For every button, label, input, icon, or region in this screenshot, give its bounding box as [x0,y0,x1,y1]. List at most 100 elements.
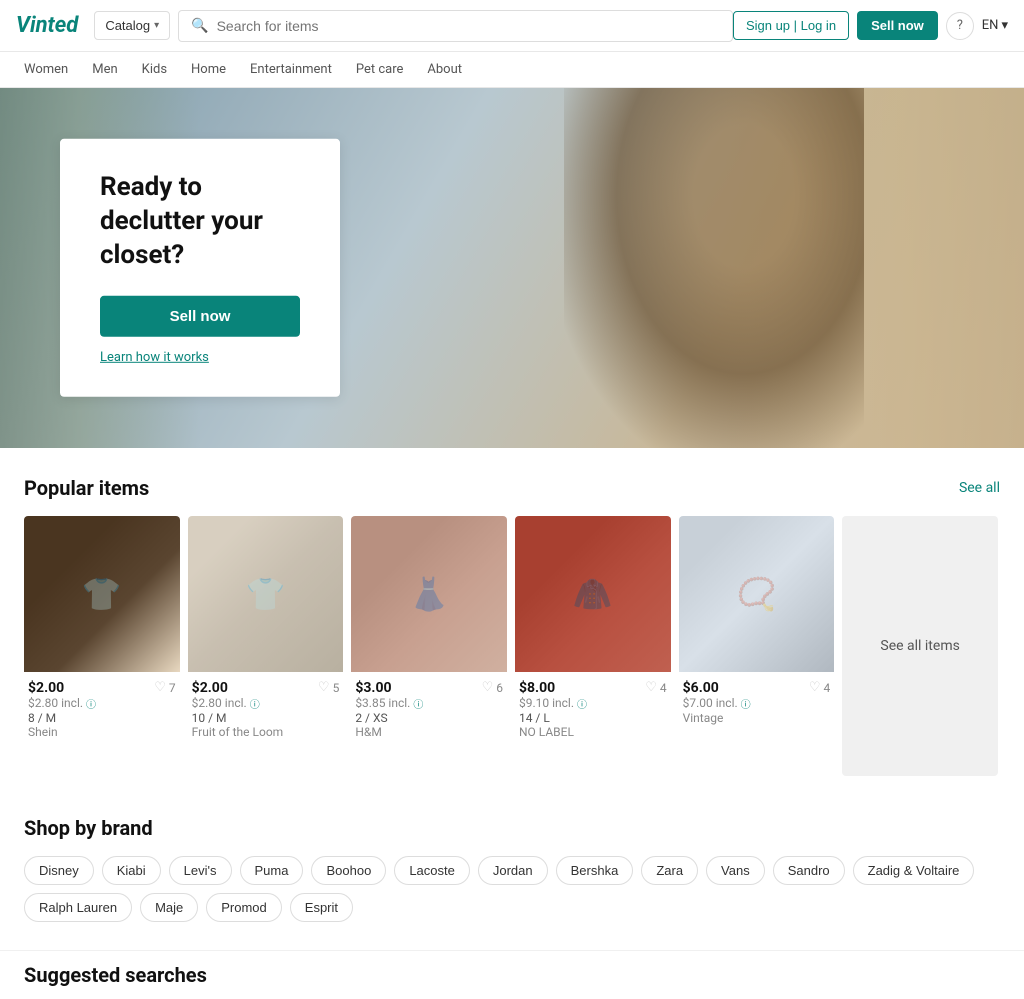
heart-icon: ♡ [482,680,494,695]
header-sell-now-button[interactable]: Sell now [857,11,938,40]
product-card[interactable]: 🧥 $8.00 ♡ 4 $9.10 incl. ⓘ 14 / L NO LABE… [515,516,671,776]
catalog-button[interactable]: Catalog ▾ [94,11,170,40]
search-input[interactable] [217,18,720,34]
product-price-row: $2.00 ♡ 5 [192,680,340,696]
nav-item-about[interactable]: About [427,62,462,77]
product-info: $2.00 ♡ 7 $2.80 incl. ⓘ 8 / M Shein [24,672,180,747]
brand-tag[interactable]: Jordan [478,856,548,885]
brand-tag[interactable]: Puma [240,856,304,885]
hero-learn-link[interactable]: Learn how it works [100,350,209,365]
info-icon: ⓘ [741,696,751,711]
product-price-row: $8.00 ♡ 4 [519,680,667,696]
suggested-searches-title: Suggested searches [24,963,1000,987]
like-count: 5 [333,681,340,695]
product-price-incl: $2.80 incl. ⓘ [192,696,340,711]
lang-label: EN [982,18,999,33]
product-card[interactable]: 👕 $2.00 ♡ 7 $2.80 incl. ⓘ 8 / M Shein [24,516,180,776]
product-info: $2.00 ♡ 5 $2.80 incl. ⓘ 10 / M Fruit of … [188,672,344,747]
product-price: $6.00 [683,680,719,696]
see-all-link[interactable]: See all [959,480,1000,496]
product-price: $8.00 [519,680,555,696]
nav-item-men[interactable]: Men [92,62,117,77]
brand-tag[interactable]: Maje [140,893,198,922]
language-button[interactable]: EN ▾ [982,18,1008,33]
brand-tag[interactable]: Levi's [169,856,232,885]
product-image: 👕 [188,516,344,672]
product-brand: Fruit of the Loom [192,725,340,739]
product-info: $3.00 ♡ 6 $3.85 incl. ⓘ 2 / XS H&M [351,672,507,747]
product-price-incl: $3.85 incl. ⓘ [355,696,503,711]
product-size: 14 / L [519,711,667,725]
product-brand: Shein [28,725,176,739]
brand-tag[interactable]: Disney [24,856,94,885]
brand-tag[interactable]: Kiabi [102,856,161,885]
nav-item-women[interactable]: Women [24,62,68,77]
main-nav: Women Men Kids Home Entertainment Pet ca… [0,52,1024,88]
like-count: 4 [824,681,831,695]
hero-sell-now-button[interactable]: Sell now [100,296,300,337]
header-right: Sign up | Log in Sell now ? EN ▾ [733,11,1008,40]
popular-items-section: Popular items See all 👕 $2.00 ♡ 7 $2.80 … [0,448,1024,804]
like-count: 7 [169,681,176,695]
catalog-label: Catalog [105,18,150,33]
product-size: 8 / M [28,711,176,725]
product-price-incl: $9.10 incl. ⓘ [519,696,667,711]
product-price-row: $6.00 ♡ 4 [683,680,831,696]
product-price-row: $3.00 ♡ 6 [355,680,503,696]
brand-tag[interactable]: Esprit [290,893,353,922]
nav-item-entertainment[interactable]: Entertainment [250,62,332,77]
product-image: 👕 [24,516,180,672]
product-like: ♡ 5 [318,680,339,695]
product-grid: 👕 $2.00 ♡ 7 $2.80 incl. ⓘ 8 / M Shein [24,516,1000,776]
brand-tags: Disney Kiabi Levi's PumaBoohoo Lacoste Jordan… [24,856,1000,922]
info-icon: ⓘ [577,696,587,711]
product-like: ♡ 6 [482,680,503,695]
product-price: $2.00 [192,680,228,696]
product-card[interactable]: 👗 $3.00 ♡ 6 $3.85 incl. ⓘ 2 / XS H&M [351,516,507,776]
signin-button[interactable]: Sign up | Log in [733,11,849,40]
hero-section: Ready to declutter your closet? Sell now… [0,88,1024,448]
brand-tag[interactable]: Vans [706,856,765,885]
header: Vinted Catalog ▾ 🔍 Sign up | Log in Sell… [0,0,1024,52]
product-image: 📿 [679,516,835,672]
product-brand: H&M [355,725,503,739]
product-info: $6.00 ♡ 4 $7.00 incl. ⓘ Vintage [679,672,835,733]
brand-tag[interactable]: Zadig & Voltaire [853,856,975,885]
brand-section: Shop by brand Disney Kiabi Levi's PumaBooho… [0,804,1024,950]
product-info: $8.00 ♡ 4 $9.10 incl. ⓘ 14 / L NO LABEL [515,672,671,747]
product-card[interactable]: 📿 $6.00 ♡ 4 $7.00 incl. ⓘ Vintage [679,516,835,776]
brand-section-title: Shop by brand [24,816,1000,840]
see-all-items-card[interactable]: See all items [842,516,998,776]
heart-icon: ♡ [809,680,821,695]
brand-tag[interactable]: Zara [641,856,698,885]
info-icon: ⓘ [86,696,96,711]
heart-icon: ♡ [645,680,657,695]
product-brand: NO LABEL [519,725,667,739]
brand-tag[interactable]: Bershka [556,856,634,885]
product-like: ♡ 4 [645,680,666,695]
product-brand: Vintage [683,711,831,725]
help-button[interactable]: ? [946,12,974,40]
info-icon: ⓘ [413,696,423,711]
product-like: ♡ 7 [154,680,175,695]
nav-item-home[interactable]: Home [191,62,226,77]
search-icon: 🔍 [191,18,208,34]
brand-tag[interactable]: Sandro [773,856,845,885]
product-price-incl: $2.80 incl. ⓘ [28,696,176,711]
product-size: 2 / XS [355,711,503,725]
brand-tag[interactable]: Boohoo [311,856,386,885]
nav-item-petcare[interactable]: Pet care [356,62,404,77]
heart-icon: ♡ [318,680,330,695]
brand-tag[interactable]: Ralph Lauren [24,893,132,922]
brand-tag[interactable]: Promod [206,893,282,922]
like-count: 6 [496,681,503,695]
product-card[interactable]: 👕 $2.00 ♡ 5 $2.80 incl. ⓘ 10 / M Fruit o… [188,516,344,776]
like-count: 4 [660,681,667,695]
popular-items-title: Popular items [24,476,149,500]
logo[interactable]: Vinted [16,13,78,38]
product-price: $3.00 [355,680,391,696]
brand-tag[interactable]: Lacoste [394,856,470,885]
heart-icon: ♡ [154,680,166,695]
nav-item-kids[interactable]: Kids [142,62,167,77]
product-size: 10 / M [192,711,340,725]
